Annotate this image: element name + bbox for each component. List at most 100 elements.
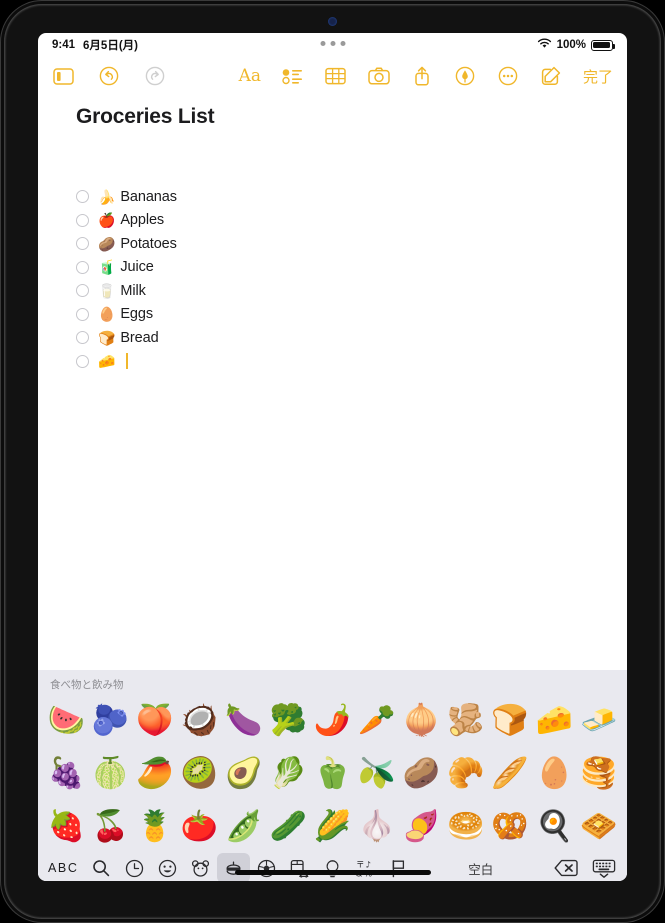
emoji-key[interactable]: 🧈: [577, 705, 621, 736]
checklist-row[interactable]: 🧀: [76, 350, 627, 374]
emoji-key[interactable]: 🍅: [177, 811, 221, 842]
emoji-key[interactable]: 🥒: [266, 811, 310, 842]
checkbox-icon[interactable]: [76, 284, 89, 298]
checkbox-icon[interactable]: [76, 260, 89, 274]
emoji-key[interactable]: 🥦: [266, 705, 310, 736]
checklist-item-text[interactable]: 🍌 Bananas: [98, 189, 177, 205]
clock-recents-icon[interactable]: [118, 853, 151, 881]
emoji-key[interactable]: 🍞: [488, 705, 532, 736]
search-icon[interactable]: [85, 853, 118, 881]
delete-backspace-icon[interactable]: [547, 853, 585, 881]
symbols-icon[interactable]: 〒♪&%: [349, 853, 382, 881]
checklist-row[interactable]: 🧃 Juice: [76, 256, 627, 280]
item-emoji: 🍞: [98, 329, 116, 346]
travel-places-icon[interactable]: [283, 853, 316, 881]
checkbox-icon[interactable]: [76, 237, 89, 251]
emoji-key[interactable]: 🍠: [399, 811, 443, 842]
emoji-key[interactable]: 🥐: [444, 758, 488, 789]
emoji-key[interactable]: 🌶️: [310, 705, 354, 736]
emoji-key[interactable]: 🧀: [532, 705, 576, 736]
multitasking-controls[interactable]: [320, 41, 345, 46]
keyboard-bottom-bar: ABC 〒 ♪ 空白: [38, 853, 627, 881]
emoji-key[interactable]: 🧅: [399, 705, 443, 736]
emoji-key[interactable]: 🥔: [399, 758, 443, 789]
emoji-key[interactable]: 🥥: [177, 705, 221, 736]
sidebar-toggle-icon[interactable]: [52, 65, 74, 87]
compose-icon[interactable]: [540, 65, 562, 87]
emoji-key[interactable]: 🍆: [222, 705, 266, 736]
page-title[interactable]: Groceries List: [38, 105, 627, 129]
more-ellipsis-icon[interactable]: [497, 65, 519, 87]
emoji-key[interactable]: 🫚: [444, 705, 488, 736]
table-icon[interactable]: [325, 65, 347, 87]
emoji-key[interactable]: 🌽: [310, 811, 354, 842]
emoji-key[interactable]: 🥝: [177, 758, 221, 789]
checkbox-icon[interactable]: [76, 331, 89, 345]
note-body[interactable]: Groceries List 🍌 Bananas 🍎 Apples 🥔 Potatoes 🧃…: [38, 95, 627, 670]
item-label: Eggs: [120, 306, 153, 323]
checklist-item-text[interactable]: 🥔 Potatoes: [98, 236, 177, 252]
dot: [330, 41, 335, 46]
checklist-row[interactable]: 🥛 Milk: [76, 279, 627, 303]
emoji-key[interactable]: 🥕: [355, 705, 399, 736]
undo-icon[interactable]: [98, 65, 120, 87]
emoji-key[interactable]: 🍳: [532, 811, 576, 842]
checkbox-icon[interactable]: [76, 190, 89, 204]
emoji-key[interactable]: 🫛: [222, 811, 266, 842]
item-label: Milk: [120, 282, 146, 299]
checkbox-icon[interactable]: [76, 213, 89, 227]
checkbox-icon[interactable]: [76, 354, 89, 368]
checklist-row[interactable]: 🍞 Bread: [76, 326, 627, 350]
checklist-row[interactable]: 🥚 Eggs: [76, 303, 627, 327]
item-emoji: 🥚: [98, 306, 116, 323]
flags-icon[interactable]: [382, 853, 415, 881]
emoji-key[interactable]: 🍇: [44, 758, 88, 789]
smileys-emoji-icon[interactable]: [151, 853, 184, 881]
checklist-item-text[interactable]: 🥚 Eggs: [98, 306, 153, 322]
emoji-key[interactable]: 🧄: [355, 811, 399, 842]
emoji-key[interactable]: 🍉: [44, 705, 88, 736]
objects-lightbulb-icon[interactable]: [316, 853, 349, 881]
emoji-key[interactable]: 🫒: [355, 758, 399, 789]
emoji-key[interactable]: 🥚: [532, 758, 576, 789]
activity-sports-icon[interactable]: [250, 853, 283, 881]
checklist-row[interactable]: 🍌 Bananas: [76, 185, 627, 209]
checklist-row[interactable]: 🍎 Apples: [76, 209, 627, 233]
format-aa-button[interactable]: Aa: [239, 66, 261, 86]
emoji-key[interactable]: 🫑: [310, 758, 354, 789]
checklist-item-text[interactable]: 🍞 Bread: [98, 330, 159, 346]
checkbox-icon[interactable]: [76, 307, 89, 321]
markup-pen-icon[interactable]: [454, 65, 476, 87]
emoji-key[interactable]: 🍍: [133, 811, 177, 842]
emoji-key[interactable]: 🥞: [577, 758, 621, 789]
emoji-key[interactable]: 🍈: [88, 758, 132, 789]
home-indicator[interactable]: [234, 870, 431, 875]
animals-nature-icon[interactable]: [184, 853, 217, 881]
camera-icon[interactable]: [368, 65, 390, 87]
emoji-key[interactable]: 🥯: [444, 811, 488, 842]
emoji-key[interactable]: 🥖: [488, 758, 532, 789]
checklist-row[interactable]: 🥔 Potatoes: [76, 232, 627, 256]
checklist-item-text[interactable]: 🧀: [98, 353, 128, 370]
screen: 9:41 6月5日(月) 100% Aa 完了 Groceries List 🍌…: [38, 33, 627, 881]
done-button[interactable]: 完了: [583, 66, 613, 87]
emoji-key[interactable]: 🥬: [266, 758, 310, 789]
emoji-key[interactable]: 🥨: [488, 811, 532, 842]
emoji-key[interactable]: 🍑: [133, 705, 177, 736]
dismiss-keyboard-icon[interactable]: [585, 853, 623, 881]
checklist-item-text[interactable]: 🧃 Juice: [98, 259, 154, 275]
checklist-icon[interactable]: [282, 65, 304, 87]
emoji-key[interactable]: 🍒: [88, 811, 132, 842]
front-camera: [328, 17, 337, 26]
checklist-item-text[interactable]: 🥛 Milk: [98, 283, 146, 299]
emoji-key[interactable]: 🧇: [577, 811, 621, 842]
checklist-item-text[interactable]: 🍎 Apples: [98, 212, 164, 228]
emoji-key[interactable]: 🥑: [222, 758, 266, 789]
emoji-key[interactable]: 🫐: [88, 705, 132, 736]
food-drink-icon[interactable]: [216, 853, 250, 881]
emoji-key[interactable]: 🥭: [133, 758, 177, 789]
share-icon[interactable]: [411, 65, 433, 87]
abc-keyboard-button[interactable]: ABC: [42, 853, 85, 881]
space-key[interactable]: 空白: [415, 859, 547, 878]
emoji-key[interactable]: 🍓: [44, 811, 88, 842]
